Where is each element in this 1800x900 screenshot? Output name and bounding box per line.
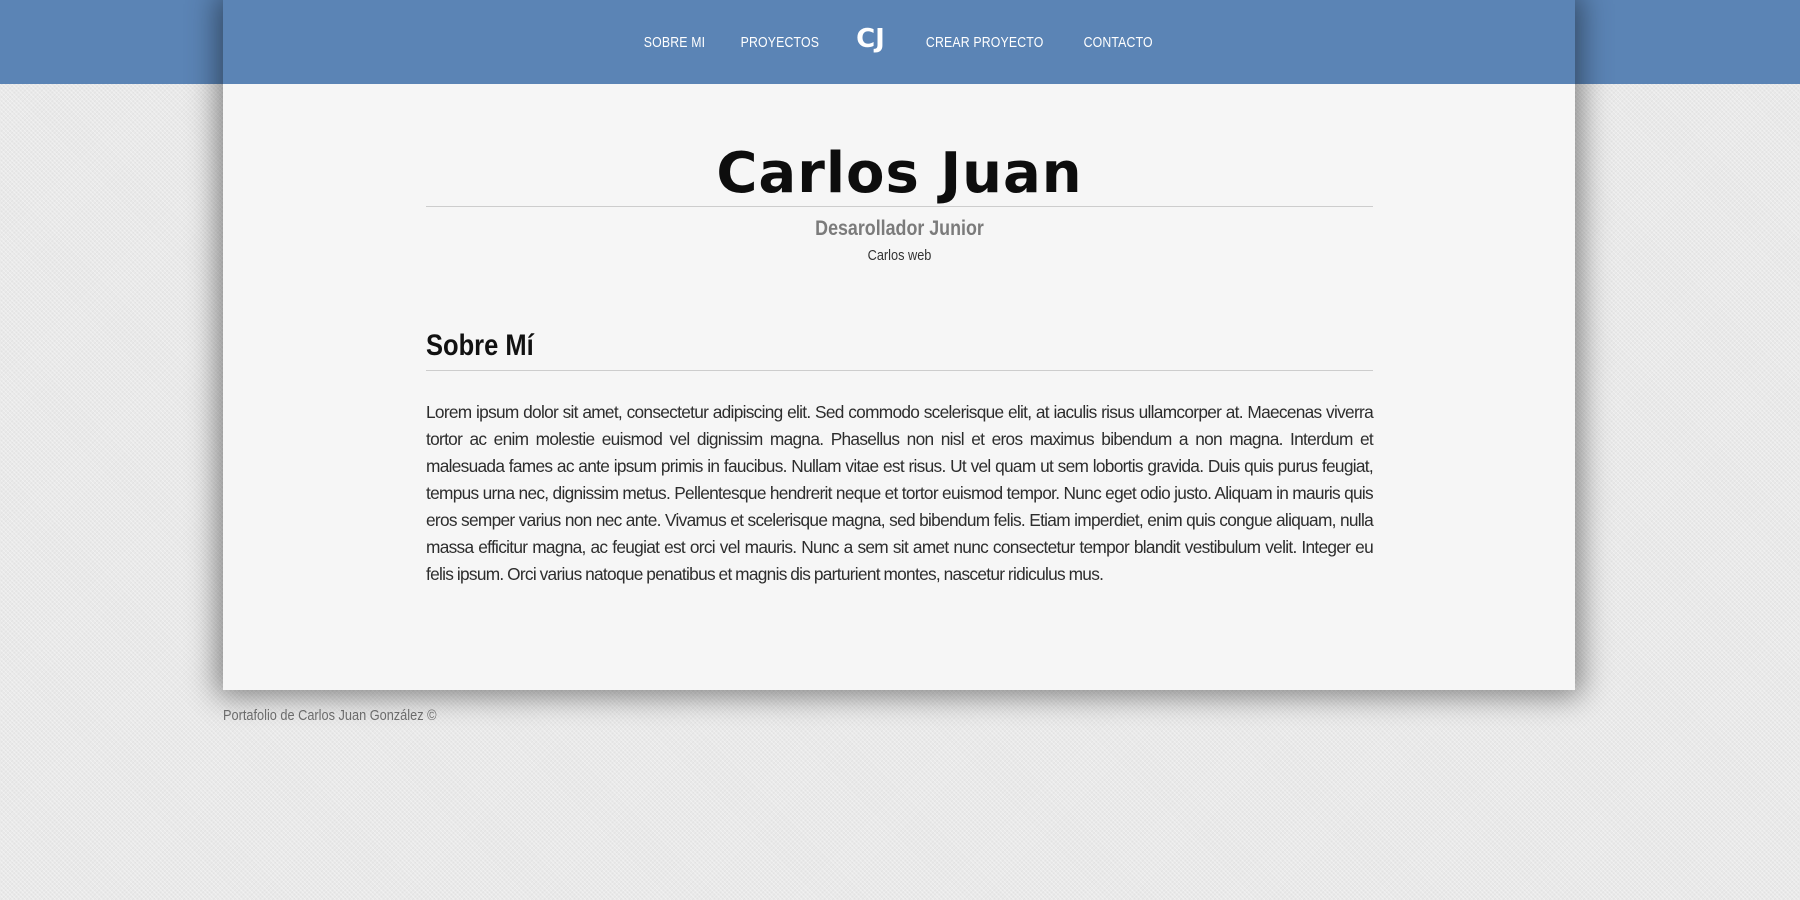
logo-home-link[interactable]: CJ — [856, 24, 885, 54]
nav-link-proyectos[interactable]: PROYECTOS — [741, 34, 819, 51]
nav-link-contacto[interactable]: CONTACTO — [1084, 34, 1153, 51]
about-paragraph: Lorem ipsum dolor sit amet, consectetur … — [426, 402, 1374, 584]
profile-content: Carlos Juan Desarollador Junior Carlos w… — [426, 84, 1374, 605]
nav-link-sobre-mi[interactable]: SOBRE MI — [644, 34, 705, 51]
profile-name-title: Carlos Juan — [716, 141, 1083, 206]
nav-link-crear-proyecto[interactable]: CREAR PROYECTO — [926, 34, 1044, 51]
main-nav: SOBRE MI PROYECTOS CJ CREAR PROYECTO CON… — [223, 0, 1575, 84]
profile-subtitle: Carlos web — [867, 247, 932, 264]
card-header: SOBRE MI PROYECTOS CJ CREAR PROYECTO CON… — [223, 0, 1575, 84]
about-section-title: Sobre Mí — [426, 329, 534, 362]
section-divider — [426, 370, 1373, 371]
profile-role: Desarollador Junior — [815, 217, 984, 240]
footer-text: Portafolio de Carlos Juan González © — [223, 707, 437, 724]
title-divider — [426, 206, 1373, 207]
main-card: SOBRE MI PROYECTOS CJ CREAR PROYECTO CON… — [223, 0, 1575, 690]
